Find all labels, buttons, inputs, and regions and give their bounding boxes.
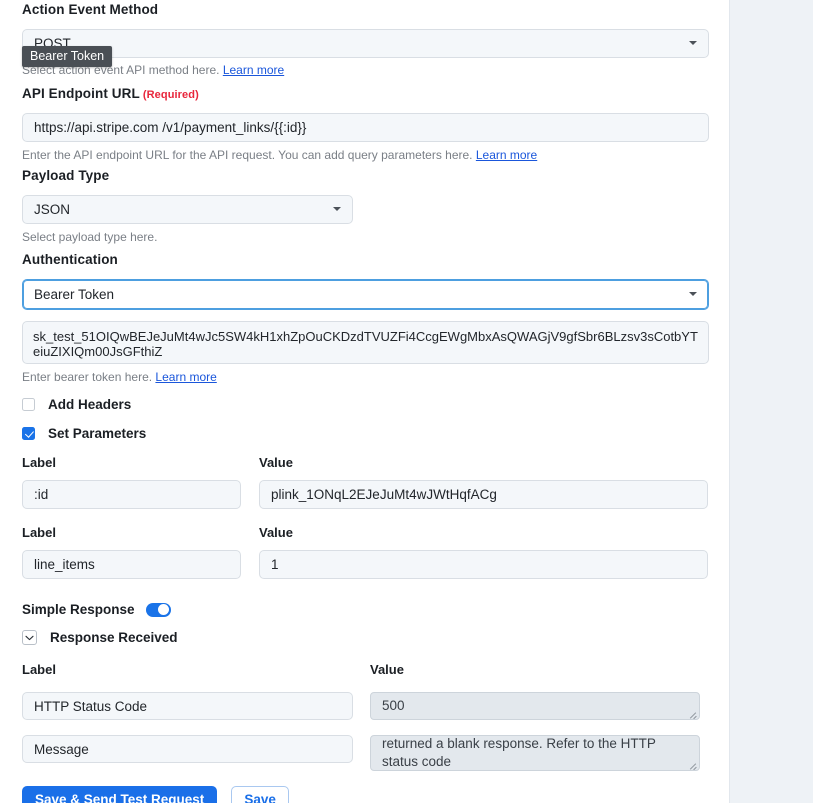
save-button[interactable]: Save bbox=[231, 786, 289, 803]
api-endpoint-url-label-text: API Endpoint URL bbox=[22, 86, 140, 101]
response-label-value: Message bbox=[34, 742, 89, 757]
response-row: Message The application processed the re… bbox=[22, 735, 700, 771]
bearer-token-input[interactable]: sk_test_51OIQwBEJeJuMt4wJc5SW4kH1xhZpOuC… bbox=[22, 320, 709, 364]
response-field-headers: Label Value bbox=[22, 662, 709, 677]
add-headers-checkbox-row[interactable]: Add Headers bbox=[22, 397, 131, 412]
action-event-method-group: Action Event Method POST Select action e… bbox=[22, 2, 709, 77]
parameter-label-input[interactable]: :id bbox=[22, 480, 241, 509]
authentication-group: Authentication Bearer Token sk_test_51OI… bbox=[22, 252, 709, 384]
api-endpoint-url-learn-more-link[interactable]: Learn more bbox=[476, 148, 537, 162]
chevron-down-icon[interactable] bbox=[22, 630, 37, 645]
chevron-down-icon bbox=[333, 207, 341, 212]
set-parameters-checkbox[interactable] bbox=[22, 427, 35, 440]
api-endpoint-url-group: API Endpoint URL (Required) https://api.s… bbox=[22, 86, 709, 162]
payload-type-group: Payload Type JSON Select payload type he… bbox=[22, 168, 353, 244]
toggle-knob bbox=[158, 604, 170, 615]
simple-response-toggle[interactable] bbox=[145, 602, 171, 617]
response-label-input[interactable]: Message bbox=[22, 735, 353, 763]
parameter-label-header: Label bbox=[22, 455, 56, 470]
bearer-token-help: Enter bearer token here. Learn more bbox=[22, 370, 709, 384]
footer-actions: Save & Send Test Request Save bbox=[22, 786, 289, 803]
parameter-value-header: Value bbox=[259, 455, 293, 470]
response-received-row[interactable]: Response Received bbox=[22, 630, 178, 645]
api-configuration-form: Action Event Method POST Select action e… bbox=[0, 0, 729, 803]
set-parameters-label: Set Parameters bbox=[48, 426, 147, 441]
response-value-textarea[interactable]: 500 bbox=[370, 692, 700, 720]
api-action-config-screen: Action Event Method POST Select action e… bbox=[0, 0, 813, 803]
parameter-label-header: Label bbox=[22, 525, 56, 540]
bearer-token-learn-more-link[interactable]: Learn more bbox=[155, 370, 216, 384]
response-value-textarea[interactable]: The application processed the request bu… bbox=[370, 735, 700, 771]
parameter-value-header: Value bbox=[259, 525, 293, 540]
parameter-row: Label Value :id plink_1ONqL2EJeJuMt4wJWt… bbox=[22, 455, 709, 509]
parameter-value-input[interactable]: plink_1ONqL2EJeJuMt4wJWtHqfACg bbox=[259, 480, 708, 509]
authentication-value: Bearer Token bbox=[34, 286, 115, 302]
api-endpoint-url-input[interactable]: https://api.stripe.com /v1/payment_links… bbox=[22, 112, 709, 142]
bearer-token-help-text: Enter bearer token here. bbox=[22, 369, 153, 384]
action-event-method-learn-more-link[interactable]: Learn more bbox=[223, 63, 284, 77]
response-received-label: Response Received bbox=[50, 630, 178, 645]
parameter-row: Label Value line_items 1 bbox=[22, 525, 709, 579]
parameter-label-value: :id bbox=[34, 487, 49, 502]
action-event-method-help: Select action event API method here. Lea… bbox=[22, 63, 709, 77]
parameter-label-input[interactable]: line_items bbox=[22, 550, 241, 579]
save-and-send-test-request-button[interactable]: Save & Send Test Request bbox=[22, 786, 218, 803]
payload-type-select[interactable]: JSON bbox=[22, 194, 353, 224]
response-value-text: 500 bbox=[382, 698, 405, 713]
resize-handle-icon[interactable] bbox=[688, 709, 697, 718]
add-headers-checkbox[interactable] bbox=[22, 398, 35, 411]
api-endpoint-url-value: https://api.stripe.com /v1/payment_links… bbox=[34, 119, 307, 135]
tooltip-text: Bearer Token bbox=[30, 49, 105, 63]
response-value-text: The application processed the request bu… bbox=[382, 736, 656, 770]
response-value-header: Value bbox=[370, 662, 404, 677]
parameter-value-text: plink_1ONqL2EJeJuMt4wJWtHqfACg bbox=[271, 487, 497, 502]
payload-type-value: JSON bbox=[34, 201, 71, 217]
simple-response-row[interactable]: Simple Response bbox=[22, 602, 171, 617]
chevron-down-icon bbox=[689, 292, 697, 297]
response-label-value: HTTP Status Code bbox=[34, 699, 148, 714]
response-label-input[interactable]: HTTP Status Code bbox=[22, 692, 353, 720]
action-event-method-select[interactable]: POST bbox=[22, 28, 709, 58]
parameter-label-value: line_items bbox=[34, 557, 95, 572]
response-label-header: Label bbox=[22, 662, 56, 677]
authentication-select[interactable]: Bearer Token bbox=[22, 278, 709, 310]
set-parameters-checkbox-row[interactable]: Set Parameters bbox=[22, 426, 146, 441]
chevron-down-icon bbox=[689, 41, 697, 46]
bearer-token-tooltip: Bearer Token bbox=[22, 46, 113, 67]
api-endpoint-url-required-tag: (Required) bbox=[142, 89, 199, 101]
parameter-value-input[interactable]: 1 bbox=[259, 550, 708, 579]
resize-handle-icon[interactable] bbox=[688, 760, 697, 769]
right-side-panel bbox=[729, 0, 813, 803]
api-endpoint-url-help: Enter the API endpoint URL for the API r… bbox=[22, 148, 709, 162]
api-endpoint-url-label: API Endpoint URL (Required) bbox=[22, 86, 709, 102]
response-row: HTTP Status Code 500 bbox=[22, 692, 700, 720]
parameter-value-text: 1 bbox=[271, 557, 279, 572]
simple-response-label: Simple Response bbox=[22, 602, 135, 617]
bearer-token-value: sk_test_51OIQwBEJeJuMt4wJc5SW4kH1xhZpOuC… bbox=[33, 328, 698, 360]
action-event-method-label: Action Event Method bbox=[22, 2, 159, 17]
authentication-label: Authentication bbox=[22, 252, 118, 267]
add-headers-label: Add Headers bbox=[48, 397, 132, 412]
payload-type-help: Select payload type here. bbox=[22, 229, 158, 244]
api-endpoint-url-help-text: Enter the API endpoint URL for the API r… bbox=[22, 147, 473, 162]
payload-type-label: Payload Type bbox=[22, 168, 110, 183]
